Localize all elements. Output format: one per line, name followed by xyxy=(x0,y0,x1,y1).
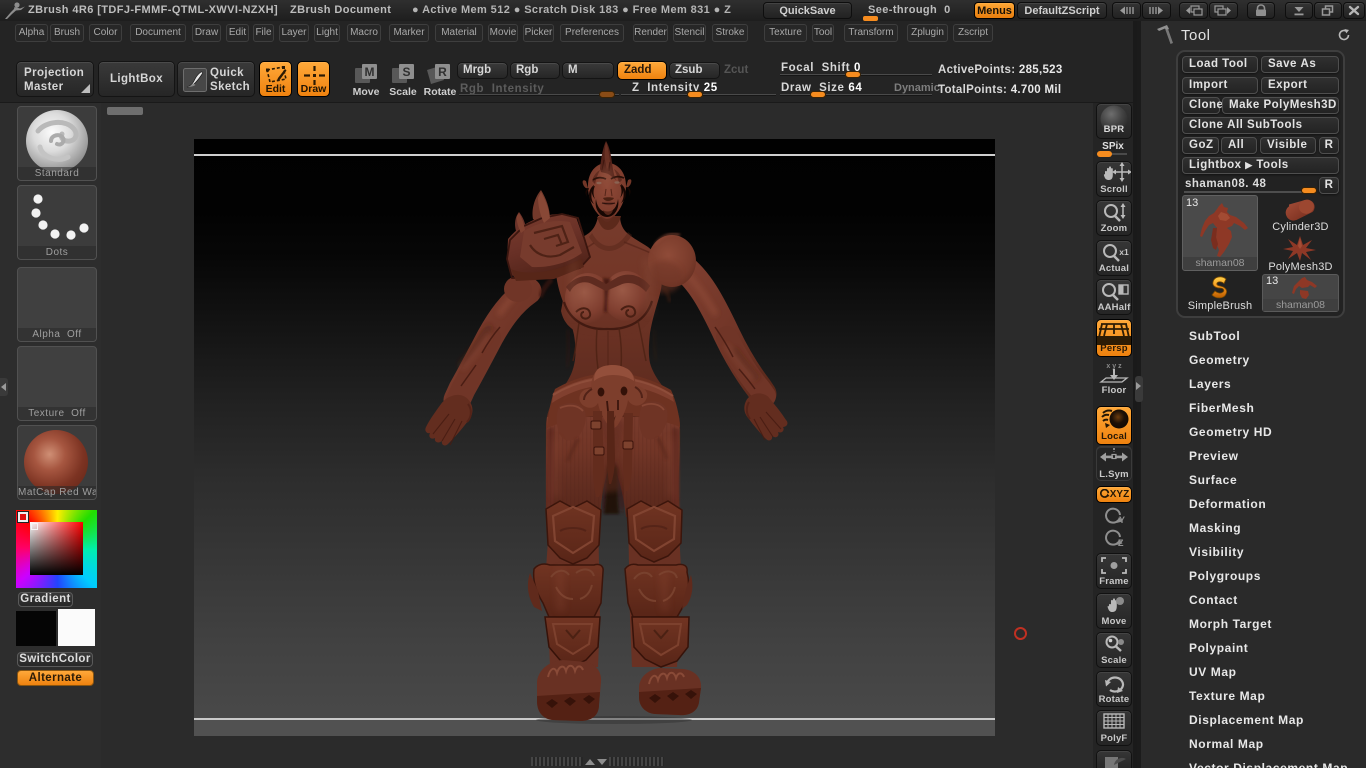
svg-text:S: S xyxy=(402,65,410,79)
svg-text:Y: Y xyxy=(1119,515,1125,525)
svg-text:Z: Z xyxy=(1118,538,1124,548)
svg-text:x y z: x y z xyxy=(1106,363,1122,370)
svg-text:x1: x1 xyxy=(1119,247,1129,257)
svg-text:M: M xyxy=(365,65,375,79)
svg-text:R: R xyxy=(438,65,447,79)
